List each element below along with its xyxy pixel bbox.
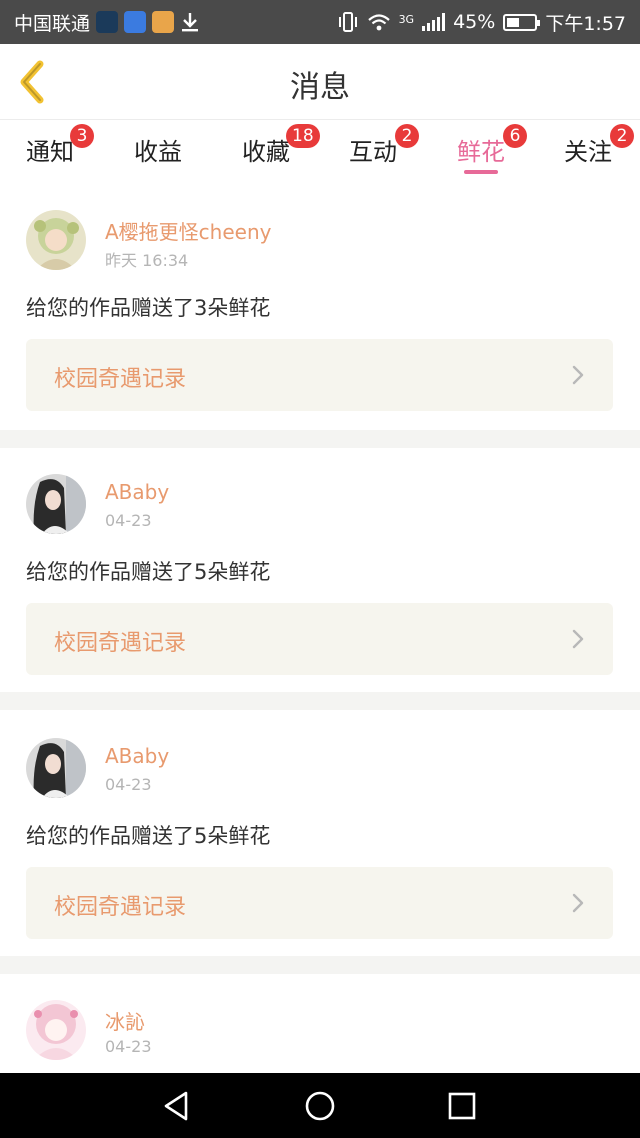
tab-bar: 通知 3 收益 收藏 18 互动 2 鲜花 6 关注 2: [0, 120, 640, 186]
header: 消息: [0, 44, 640, 120]
tab-flowers[interactable]: 鲜花 6: [431, 124, 531, 167]
battery-icon: [503, 13, 541, 31]
back-triangle-icon[interactable]: [160, 1089, 194, 1123]
page-title: 消息: [290, 70, 350, 105]
active-tab-indicator: [464, 170, 498, 174]
vibrate-icon: [338, 12, 357, 32]
work-title: 校园奇遇记录: [54, 895, 187, 920]
tab-label: 互动: [349, 138, 397, 166]
card-divider: [0, 692, 640, 710]
tab-badge: 6: [503, 124, 527, 148]
tab-label: 鲜花: [457, 138, 505, 166]
tab-badge: 2: [395, 124, 419, 148]
message-card: A樱拖更怪cheeny 昨天 16:34 给您的作品赠送了3朵鲜花 校园奇遇记录: [0, 186, 640, 430]
cell-signal-icon: [422, 13, 446, 31]
tab-interaction[interactable]: 互动 2: [323, 124, 423, 167]
clock: 下午1:57: [545, 12, 626, 35]
download-icon: [182, 13, 199, 32]
work-link[interactable]: 校园奇遇记录: [26, 603, 613, 675]
tab-label: 收藏: [242, 138, 290, 166]
message-time: 昨天 16:34: [105, 251, 189, 270]
card-divider: [0, 430, 640, 448]
work-title: 校园奇遇记录: [54, 367, 187, 392]
chevron-right-icon: [572, 893, 584, 913]
battery-percent: 45%: [453, 11, 496, 33]
wifi-icon: [367, 14, 390, 31]
message-text: 给您的作品赠送了3朵鲜花: [26, 296, 271, 320]
chevron-right-icon: [572, 629, 584, 649]
message-text: 给您的作品赠送了5朵鲜花: [26, 560, 271, 584]
baidu-paw-icon: [124, 11, 147, 33]
status-bar: 中国联通 3G 45% 下午1:57: [0, 0, 640, 44]
user-name[interactable]: ABaby: [105, 480, 169, 504]
avatar[interactable]: [26, 738, 86, 798]
signal-app-icon: [96, 11, 119, 33]
message-text: 给您的作品赠送了5朵鲜花: [26, 824, 271, 848]
carrier-label: 中国联通: [14, 12, 91, 35]
avatar[interactable]: [26, 1000, 86, 1060]
message-card: ABaby 04-23 给您的作品赠送了5朵鲜花 校园奇遇记录: [0, 710, 640, 956]
recents-square-icon[interactable]: [445, 1089, 479, 1123]
tab-badge: 3: [70, 124, 94, 148]
user-name[interactable]: 冰訫: [105, 1006, 145, 1035]
user-name[interactable]: ABaby: [105, 744, 169, 768]
message-time: 04-23: [105, 1037, 152, 1056]
tab-label: 关注: [564, 138, 612, 166]
avatar[interactable]: [26, 474, 86, 534]
tab-favorites[interactable]: 收藏 18: [216, 124, 320, 167]
user-name[interactable]: A樱拖更怪cheeny: [105, 216, 271, 245]
system-nav-bar: [0, 1073, 640, 1138]
message-time: 04-23: [105, 775, 152, 794]
work-link[interactable]: 校园奇遇记录: [26, 867, 613, 939]
work-link[interactable]: 校园奇遇记录: [26, 339, 613, 411]
tab-earnings[interactable]: 收益: [108, 132, 208, 167]
message-card: ABaby 04-23 给您的作品赠送了5朵鲜花 校园奇遇记录: [0, 448, 640, 692]
tab-badge: 2: [610, 124, 634, 148]
tab-notify[interactable]: 通知 3: [0, 124, 100, 167]
message-card: 冰訫 04-23: [0, 974, 640, 1073]
tab-label: 通知: [26, 138, 74, 166]
tab-follow[interactable]: 关注 2: [538, 124, 638, 167]
tab-label: 收益: [134, 138, 182, 166]
network-type: 3G: [398, 12, 415, 26]
game-app-icon: [152, 11, 175, 33]
work-title: 校园奇遇记录: [54, 631, 187, 656]
card-divider: [0, 956, 640, 974]
home-circle-icon[interactable]: [303, 1089, 337, 1123]
chevron-right-icon: [572, 365, 584, 385]
message-time: 04-23: [105, 511, 152, 530]
avatar[interactable]: [26, 210, 86, 270]
tab-badge: 18: [286, 124, 320, 148]
